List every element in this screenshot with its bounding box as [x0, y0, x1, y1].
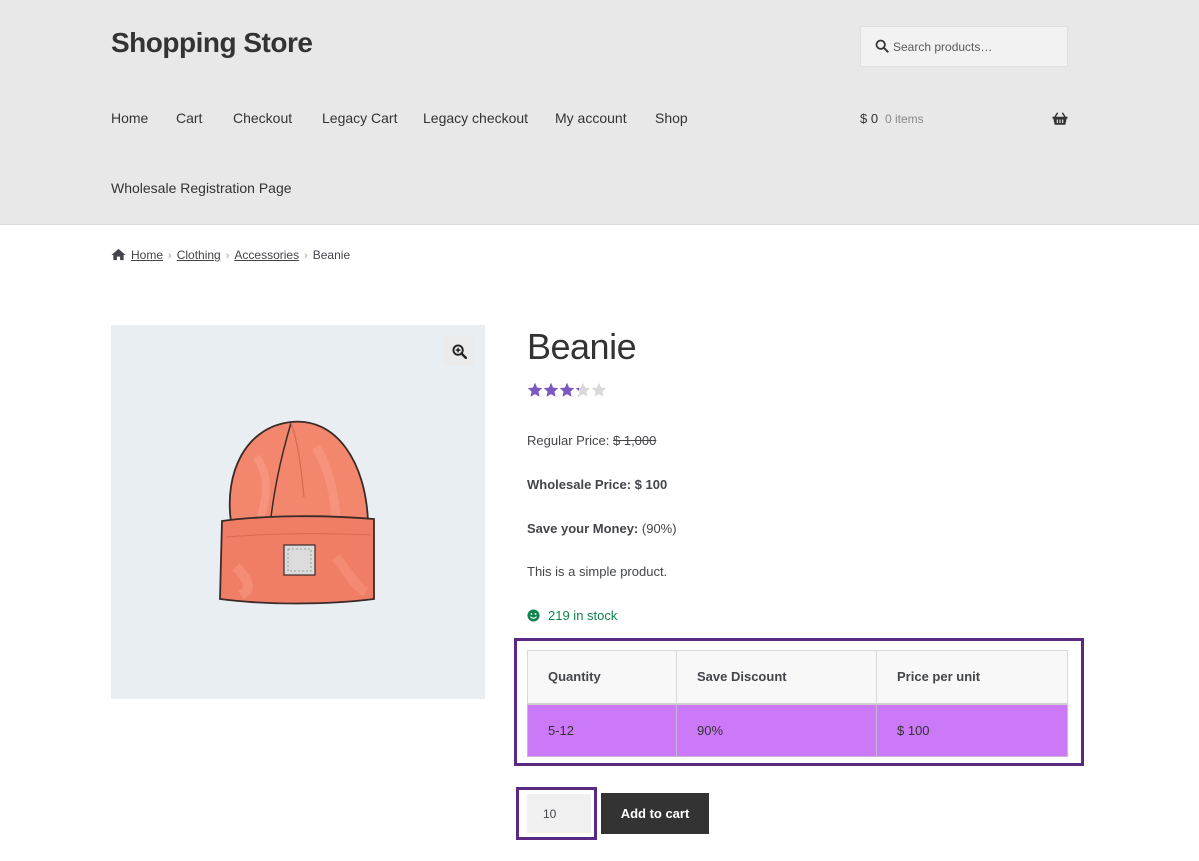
column-header-quantity: Quantity [527, 650, 677, 705]
breadcrumb-current: Beanie [312, 248, 351, 262]
add-to-cart-button[interactable]: Add to cart [601, 793, 709, 834]
table-row: 5-12 90% $ 100 [527, 703, 1068, 757]
zoom-button[interactable] [444, 336, 474, 366]
search-input[interactable] [893, 37, 1063, 57]
nav-wholesale-registration[interactable]: Wholesale Registration Page [111, 180, 292, 196]
stock-status: 219 in stock [527, 608, 617, 623]
zoom-in-icon [451, 343, 467, 359]
cart-count: 0 items [885, 112, 924, 126]
star-rating [527, 382, 607, 397]
site-title[interactable]: Shopping Store [111, 27, 313, 59]
cart-amount: $ 0 [860, 111, 879, 126]
chevron-right-icon: › [304, 250, 308, 262]
save-money-value: (90%) [641, 521, 677, 536]
tier-discount: 90% [676, 703, 877, 757]
regular-price: Regular Price: $ 1,000 [527, 433, 656, 448]
stock-text: 219 in stock [548, 608, 618, 623]
save-money: Save your Money: (90%) [527, 521, 677, 536]
regular-price-value: $ 1,000 [613, 433, 657, 448]
site-header: Shopping Store Home Cart Checkout Legacy… [0, 0, 1199, 225]
search-box[interactable] [860, 26, 1068, 67]
product-description: This is a simple product. [527, 564, 668, 579]
nav-checkout[interactable]: Checkout [233, 110, 292, 126]
wholesale-price-label: Wholesale Price: $ 100 [527, 477, 668, 492]
column-header-price-per-unit: Price per unit [876, 650, 1068, 705]
regular-price-label: Regular Price: [527, 433, 610, 448]
tier-quantity: 5-12 [527, 703, 677, 757]
breadcrumb-clothing[interactable]: Clothing [177, 248, 221, 262]
mini-cart[interactable]: $ 0 0 items [860, 110, 1068, 130]
basket-icon [1052, 112, 1068, 125]
wholesale-tier-table: Quantity Save Discount Price per unit 5-… [527, 650, 1068, 757]
beanie-image [219, 420, 375, 605]
nav-my-account[interactable]: My account [555, 110, 627, 126]
breadcrumb-accessories[interactable]: Accessories [234, 248, 299, 262]
wholesale-price: Wholesale Price: $ 100 [527, 477, 667, 492]
product-title: Beanie [527, 326, 637, 367]
breadcrumb: Home › Clothing › Accessories › Beanie [111, 248, 350, 264]
chevron-right-icon: › [225, 250, 230, 262]
nav-shop[interactable]: Shop [655, 110, 688, 126]
quantity-input[interactable] [527, 794, 591, 833]
search-icon [875, 39, 889, 53]
nav-cart[interactable]: Cart [176, 110, 202, 126]
save-money-label: Save your Money: [527, 521, 639, 536]
breadcrumb-home[interactable]: Home [131, 248, 163, 262]
product-gallery[interactable] [111, 325, 485, 699]
table-header-row: Quantity Save Discount Price per unit [527, 650, 1068, 705]
nav-legacy-cart[interactable]: Legacy Cart [322, 110, 397, 126]
nav-legacy-checkout[interactable]: Legacy checkout [423, 110, 528, 126]
chevron-right-icon: › [168, 250, 172, 262]
column-header-save-discount: Save Discount [676, 650, 877, 705]
nav-home[interactable]: Home [111, 110, 148, 126]
home-icon [111, 248, 126, 261]
tier-price: $ 100 [876, 703, 1068, 757]
smile-icon [527, 609, 540, 622]
